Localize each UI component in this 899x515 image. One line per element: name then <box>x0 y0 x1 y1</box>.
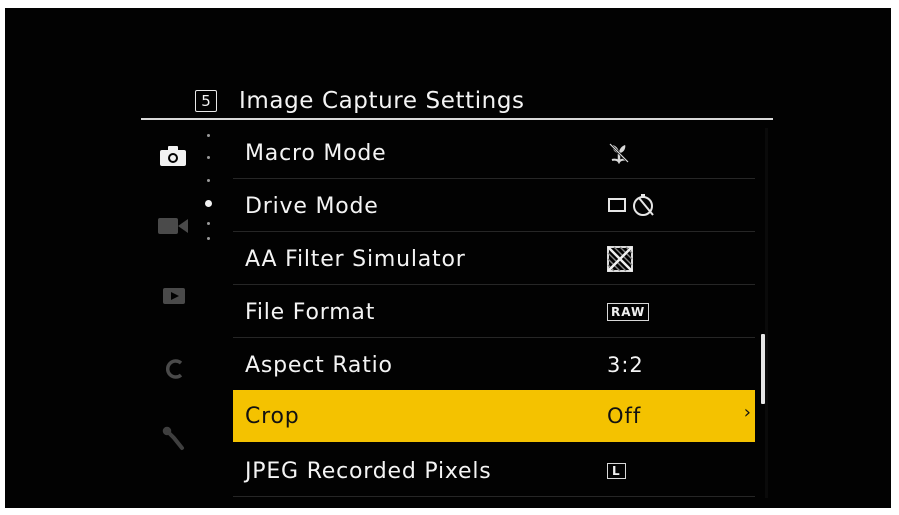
menu-item-label: Macro Mode <box>245 140 387 166</box>
aa-filter-off-icon <box>607 246 633 272</box>
menu-item-file-format[interactable]: File Format RAW <box>233 287 755 338</box>
scrollbar-thumb[interactable] <box>761 334 765 404</box>
menu-item-crop[interactable]: Crop Off › <box>233 390 755 442</box>
menu-item-drive-mode[interactable]: Drive Mode <box>233 181 755 232</box>
menu-item-label: Drive Mode <box>245 193 379 219</box>
page-dot <box>207 237 210 240</box>
scrollbar-track[interactable] <box>765 128 768 498</box>
menu-item-value <box>607 142 631 164</box>
page-number-badge: 5 <box>195 90 217 112</box>
menu-item-value <box>607 246 633 272</box>
video-camera-icon <box>158 218 188 234</box>
menu-item-aa-filter-simulator[interactable]: AA Filter Simulator <box>233 234 755 285</box>
chevron-right-icon: › <box>743 402 751 423</box>
page-dot <box>207 134 210 137</box>
camera-menu-screen: 5 Image Capture Settings Macro Mode Driv… <box>5 8 891 508</box>
page-title: Image Capture Settings <box>239 88 525 114</box>
wrench-icon <box>162 426 184 450</box>
page-dot-active <box>205 200 212 207</box>
custom-c-icon <box>165 359 183 379</box>
raw-format-badge: RAW <box>607 303 650 321</box>
custom-tab[interactable] <box>161 356 189 382</box>
single-frame-self-timer-icon <box>608 194 654 216</box>
macro-off-icon <box>609 143 629 164</box>
menu-item-value: 3:2 <box>607 353 644 377</box>
menu-item-label: Crop <box>245 403 300 429</box>
menu-item-label: JPEG Recorded Pixels <box>245 458 492 484</box>
movie-tab[interactable] <box>155 214 191 238</box>
menu-item-macro-mode[interactable]: Macro Mode <box>233 128 755 179</box>
camera-icon <box>160 146 186 166</box>
camera-tab[interactable] <box>157 144 189 168</box>
menu-item-label: File Format <box>245 299 376 325</box>
playback-tab[interactable] <box>160 284 188 308</box>
menu-item-value: L <box>607 463 626 479</box>
menu-item-label: AA Filter Simulator <box>245 246 466 272</box>
menu-item-aspect-ratio[interactable]: Aspect Ratio 3:2 <box>233 340 755 391</box>
setup-tab[interactable] <box>160 424 190 454</box>
menu-item-value: Off <box>607 404 642 428</box>
page-dot <box>207 222 210 225</box>
menu-item-jpeg-recorded-pixels[interactable]: JPEG Recorded Pixels L <box>233 446 755 497</box>
menu-item-value <box>607 193 671 219</box>
menu-item-label: Aspect Ratio <box>245 352 393 378</box>
header-divider <box>141 118 773 120</box>
playback-icon <box>163 288 185 304</box>
size-l-badge: L <box>607 463 626 479</box>
page-dot <box>207 179 210 182</box>
page-dot <box>207 156 210 159</box>
menu-header: 5 Image Capture Settings <box>195 86 525 116</box>
menu-item-value: RAW <box>607 303 650 321</box>
